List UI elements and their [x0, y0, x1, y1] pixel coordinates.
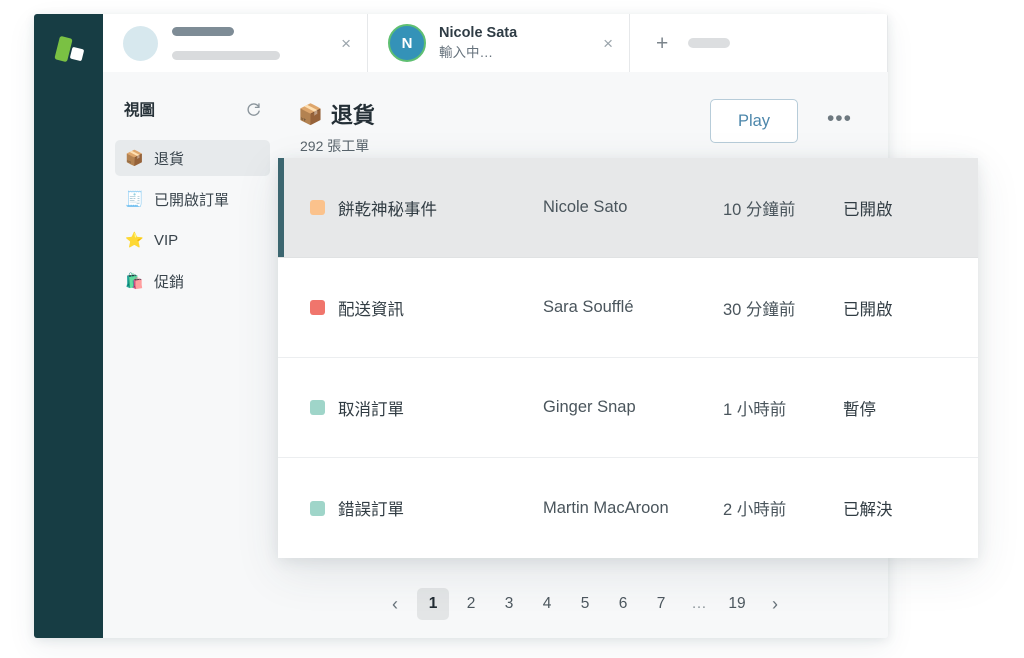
- sidebar-item-label: 促銷: [154, 273, 185, 291]
- tab-nicole-sata[interactable]: N Nicole Sata 輸入中… ×: [368, 14, 630, 72]
- table-row[interactable]: 配送資訊 Sara Soufflé 30 分鐘前 已開啟: [278, 258, 978, 358]
- shopping-bags-icon: 🛍️: [125, 272, 144, 290]
- refresh-icon[interactable]: [245, 101, 262, 118]
- pagination-page-4[interactable]: 4: [531, 588, 563, 620]
- ticket-count: 292 張工單: [300, 138, 370, 154]
- sidebar-title: 視圖: [124, 102, 156, 119]
- sidebar-item-label: 退貨: [154, 150, 185, 168]
- skeleton-bar-title: [172, 26, 234, 36]
- package-icon: 📦: [298, 103, 323, 126]
- tab-text-block: Nicole Sata 輸入中…: [439, 24, 597, 62]
- pagination-page-3[interactable]: 3: [493, 588, 525, 620]
- package-icon: 📦: [125, 149, 144, 167]
- sidebar-item-label: 已開啟訂單: [154, 191, 230, 209]
- tab-subtitle: 輸入中…: [439, 45, 493, 61]
- pagination-page-1[interactable]: 1: [417, 588, 449, 620]
- row-customer: Martin MacAroon: [543, 498, 669, 517]
- table-row[interactable]: 錯誤訂單 Martin MacAroon 2 小時前 已解決: [278, 458, 978, 558]
- pagination-page-7[interactable]: 7: [645, 588, 677, 620]
- sidebar-item-label: VIP: [154, 231, 179, 249]
- row-subject: 錯誤訂單: [338, 501, 404, 519]
- receipt-icon: 🧾: [125, 190, 144, 208]
- page-title-text: 退貨: [330, 103, 375, 128]
- table-row[interactable]: 餅乾神秘事件 Nicole Sato 10 分鐘前 已開啟: [278, 158, 978, 258]
- avatar: N: [388, 24, 426, 62]
- page-title: 📦 退貨: [298, 98, 375, 130]
- pagination-prev[interactable]: ‹: [379, 588, 411, 620]
- app-rail: [34, 14, 103, 638]
- screenshot-root: × N Nicole Sata 輸入中… × + 視圖 📦 退貨 🧾 已開啟訂單…: [0, 0, 1024, 658]
- row-time: 1 小時前: [723, 400, 787, 419]
- skeleton-bar-new-tab: [688, 38, 731, 48]
- row-time: 30 分鐘前: [723, 300, 796, 319]
- pagination-page-2[interactable]: 2: [455, 588, 487, 620]
- plus-icon[interactable]: +: [650, 33, 674, 54]
- table-row[interactable]: 取消訂單 Ginger Snap 1 小時前 暫停: [278, 358, 978, 458]
- close-icon[interactable]: ×: [335, 31, 357, 56]
- more-options-icon[interactable]: •••: [827, 108, 852, 129]
- tab-avatar-skeleton: [123, 25, 158, 61]
- row-subject: 餅乾神秘事件: [338, 200, 437, 219]
- row-status: 已開啟: [843, 200, 893, 219]
- pagination-page-19[interactable]: 19: [721, 588, 753, 620]
- row-time: 2 小時前: [723, 501, 787, 519]
- row-customer: Sara Soufflé: [543, 298, 634, 316]
- tab-text-skeleton: [172, 26, 335, 60]
- ticket-list-card: 餅乾神秘事件 Nicole Sato 10 分鐘前 已開啟 配送資訊 Sara …: [278, 158, 978, 558]
- pagination-page-6[interactable]: 6: [607, 588, 639, 620]
- sidebar-item-open-orders[interactable]: 🧾 已開啟訂單: [115, 181, 270, 217]
- row-subject: 配送資訊: [338, 300, 404, 319]
- row-subject: 取消訂單: [338, 400, 404, 419]
- pagination-page-5[interactable]: 5: [569, 588, 601, 620]
- sidebar-header: 視圖: [103, 98, 282, 120]
- row-status: 已解決: [843, 501, 893, 519]
- status-color-swatch: [310, 500, 325, 516]
- tab-title: Nicole Sata: [439, 25, 518, 42]
- row-customer: Ginger Snap: [543, 398, 636, 416]
- panel-header: 📦 退貨 292 張工單 Play •••: [282, 72, 888, 164]
- sidebar: 視圖 📦 退貨 🧾 已開啟訂單 ⭐ VIP 🛍️ 促銷: [103, 72, 282, 638]
- play-button[interactable]: Play: [710, 99, 798, 143]
- tab-strip: × N Nicole Sata 輸入中… × +: [103, 14, 888, 72]
- star-icon: ⭐: [125, 231, 144, 249]
- pagination: ‹ 1 2 3 4 5 6 7 … 19 ›: [282, 588, 888, 620]
- sidebar-item-returns[interactable]: 📦 退貨: [115, 140, 270, 176]
- row-status: 暫停: [843, 400, 876, 419]
- status-color-swatch: [310, 400, 325, 415]
- page-title-block: 📦 退貨 292 張工單: [298, 98, 375, 156]
- pagination-next[interactable]: ›: [759, 588, 791, 620]
- status-color-swatch: [310, 300, 325, 315]
- tab-new[interactable]: +: [630, 14, 888, 72]
- skeleton-bar-subtitle: [172, 50, 280, 60]
- row-time: 10 分鐘前: [723, 200, 796, 219]
- row-status: 已開啟: [843, 300, 893, 319]
- pagination-ellipsis: …: [691, 595, 707, 612]
- tab-loading[interactable]: ×: [103, 14, 368, 72]
- sidebar-item-vip[interactable]: ⭐ VIP: [115, 222, 270, 258]
- sidebar-item-promotions[interactable]: 🛍️ 促銷: [115, 263, 270, 299]
- close-icon[interactable]: ×: [597, 31, 619, 56]
- status-color-swatch: [310, 200, 325, 215]
- app-logo[interactable]: [50, 30, 90, 70]
- row-customer: Nicole Sato: [543, 198, 628, 216]
